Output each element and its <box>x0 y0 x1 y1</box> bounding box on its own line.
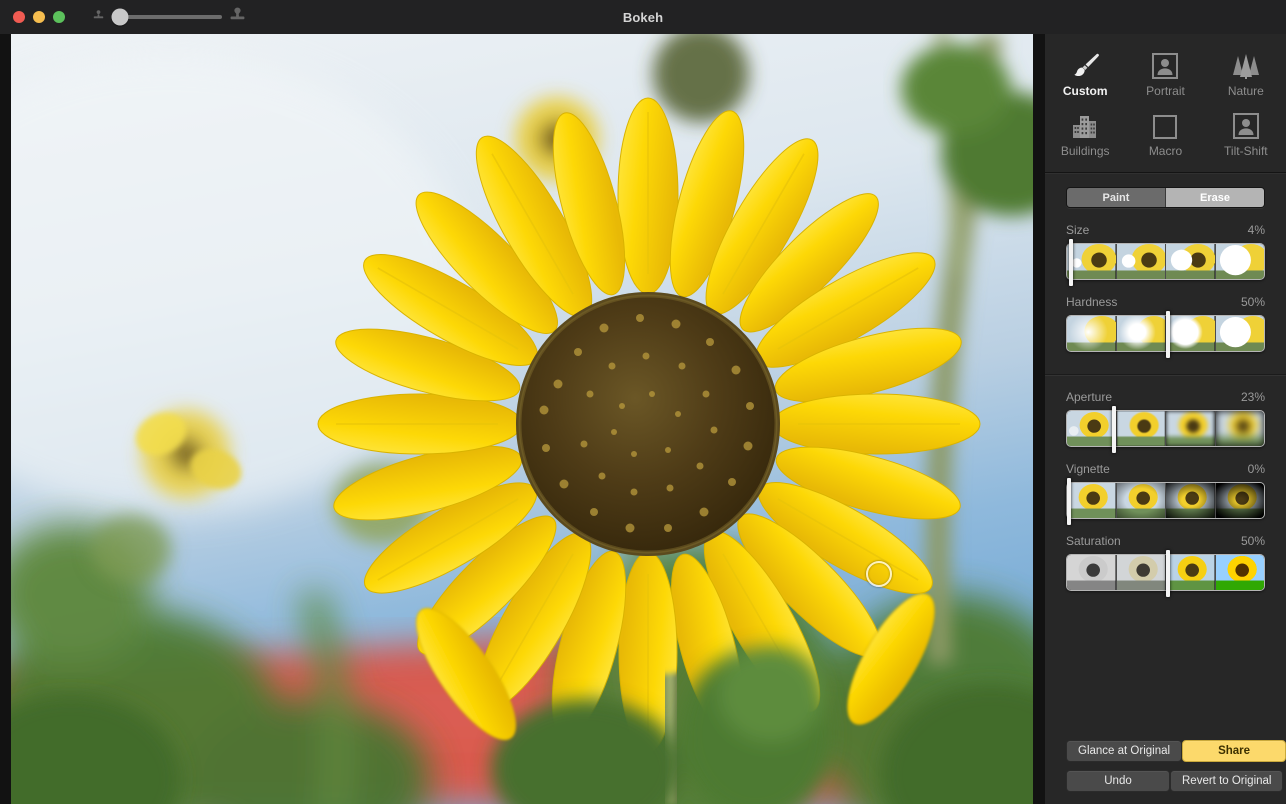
glance-at-original-button[interactable]: Glance at Original <box>1066 740 1183 762</box>
segment-erase[interactable]: Erase <box>1165 188 1264 207</box>
slider-value: 50% <box>1240 295 1265 309</box>
paintbrush-icon <box>1070 49 1100 79</box>
slider-saturation-head: Saturation 50% <box>1066 534 1265 548</box>
slider-vignette-head: Vignette 0% <box>1066 462 1265 476</box>
slider-label: Saturation <box>1066 534 1121 548</box>
ramp-cell[interactable] <box>1165 411 1215 446</box>
slider-saturation[interactable]: Saturation 50% <box>1066 534 1265 597</box>
slider-value: 23% <box>1240 390 1265 404</box>
preset-custom[interactable]: Custom <box>1045 44 1125 102</box>
slider-vignette[interactable]: Vignette 0% <box>1066 462 1265 525</box>
slider-size-handle[interactable] <box>1068 239 1073 286</box>
stamp-small-icon <box>92 8 105 27</box>
slider-aperture-track[interactable] <box>1066 406 1265 453</box>
revert-to-original-button[interactable]: Revert to Original <box>1170 770 1284 792</box>
panel-divider-top <box>1045 172 1286 173</box>
ramp-cell[interactable] <box>1067 555 1116 590</box>
slider-label: Vignette <box>1066 462 1110 476</box>
preset-macro[interactable]: Macro <box>1125 104 1205 162</box>
footer-row-2: Undo Revert to Original <box>1066 770 1284 792</box>
bokeh-app-window: Bokeh Custom Portrait Nature Buildings M… <box>0 0 1286 804</box>
slider-size[interactable]: Size 4% <box>1066 223 1265 286</box>
square-icon <box>1153 109 1178 139</box>
preset-nature[interactable]: Nature <box>1206 44 1286 102</box>
ramp-cell[interactable] <box>1115 244 1165 279</box>
minimize-button[interactable] <box>33 11 45 23</box>
panel-footer: Glance at Original Share Undo Revert to … <box>1045 732 1286 792</box>
ramp-cell[interactable] <box>1115 411 1165 446</box>
slider-value: 50% <box>1240 534 1265 548</box>
portrait-icon <box>1232 109 1259 139</box>
zoom-button[interactable] <box>53 11 65 23</box>
segment-paint[interactable]: Paint <box>1067 188 1165 207</box>
preset-label: Nature <box>1227 84 1264 98</box>
buildings-icon <box>1070 109 1100 139</box>
stamp-large-icon <box>229 6 246 28</box>
ramp-cell[interactable] <box>1214 316 1264 351</box>
slider-hardness-head: Hardness 50% <box>1066 295 1265 309</box>
preset-label: Tilt-Shift <box>1224 144 1268 158</box>
panel-divider-mid <box>1045 374 1286 375</box>
slider-label: Hardness <box>1066 295 1118 309</box>
brush-size-slider[interactable] <box>92 6 246 28</box>
ramp-cell[interactable] <box>1067 316 1116 351</box>
footer-row-1: Glance at Original Share <box>1066 740 1286 762</box>
paint-erase-segmented-control[interactable]: Paint Erase <box>1066 187 1265 208</box>
slider-aperture[interactable]: Aperture 23% <box>1066 390 1265 453</box>
preset-label: Macro <box>1148 144 1183 158</box>
ramp-cell[interactable] <box>1214 411 1264 446</box>
slider-value: 4% <box>1247 223 1265 237</box>
slider-hardness-track[interactable] <box>1066 311 1265 358</box>
slider-size-head: Size 4% <box>1066 223 1265 237</box>
preset-label: Custom <box>1062 84 1108 98</box>
preset-buildings[interactable]: Buildings <box>1045 104 1125 162</box>
ramp-cell[interactable] <box>1214 483 1264 518</box>
effect-slider-group: Aperture 23% Vignette 0% Saturation 50% <box>1045 390 1286 597</box>
brush-size-knob[interactable] <box>111 8 129 26</box>
preset-grid: Custom Portrait Nature Buildings Macro T… <box>1045 34 1286 170</box>
slider-label: Size <box>1066 223 1090 237</box>
ramp-cell[interactable] <box>1115 555 1165 590</box>
slider-value: 0% <box>1247 462 1265 476</box>
traffic-lights <box>13 11 65 23</box>
sunflower-photo[interactable] <box>11 34 1033 804</box>
portrait-icon <box>1152 49 1179 79</box>
ramp-cell[interactable] <box>1115 483 1165 518</box>
ramp-cell[interactable] <box>1165 555 1215 590</box>
preset-portrait[interactable]: Portrait <box>1125 44 1205 102</box>
slider-saturation-track[interactable] <box>1066 550 1265 597</box>
brush-slider-group: Size 4% Hardness 50% <box>1045 223 1286 358</box>
slider-label: Aperture <box>1066 390 1113 404</box>
slider-vignette-handle[interactable] <box>1067 478 1071 525</box>
slider-aperture-handle[interactable] <box>1112 406 1117 453</box>
trees-icon <box>1231 49 1261 79</box>
preset-label: Portrait <box>1146 84 1185 98</box>
bokeh-controls-panel: Custom Portrait Nature Buildings Macro T… <box>1045 34 1286 804</box>
preset-label: Buildings <box>1060 144 1110 158</box>
ramp-cell[interactable] <box>1214 244 1264 279</box>
slider-saturation-handle[interactable] <box>1165 550 1170 597</box>
ramp-cell[interactable] <box>1165 483 1215 518</box>
slider-size-track[interactable] <box>1066 239 1265 286</box>
close-button[interactable] <box>13 11 25 23</box>
canvas-area[interactable] <box>0 34 1045 804</box>
ramp-cell[interactable] <box>1067 483 1116 518</box>
slider-vignette-track[interactable] <box>1066 478 1265 525</box>
slider-aperture-head: Aperture 23% <box>1066 390 1265 404</box>
ramp-cell[interactable] <box>1067 244 1116 279</box>
ramp-cell[interactable] <box>1067 411 1116 446</box>
title-bar: Bokeh <box>0 0 1286 34</box>
ramp-cell[interactable] <box>1115 316 1165 351</box>
ramp-cell[interactable] <box>1165 244 1215 279</box>
share-button[interactable]: Share <box>1182 740 1286 762</box>
brush-size-track[interactable] <box>111 8 222 26</box>
undo-button[interactable]: Undo <box>1066 770 1170 792</box>
preset-tilt-shift[interactable]: Tilt-Shift <box>1206 104 1286 162</box>
slider-hardness[interactable]: Hardness 50% <box>1066 295 1265 358</box>
ramp-cell[interactable] <box>1165 316 1215 351</box>
ramp-cell[interactable] <box>1214 555 1264 590</box>
slider-hardness-handle[interactable] <box>1165 311 1170 358</box>
